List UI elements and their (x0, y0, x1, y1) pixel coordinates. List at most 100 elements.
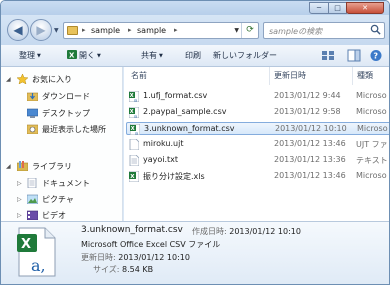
excel-file-icon: X (129, 171, 139, 182)
nav-downloads[interactable]: ダウンロード (27, 91, 90, 104)
new-folder-button[interactable]: 新しいフォルダー (213, 50, 277, 61)
column-header-date[interactable]: 更新日時 (269, 67, 306, 85)
title-bar: ─ □ ✕ (1, 1, 389, 15)
details-file-type: Microsoft Office Excel CSV ファイル (81, 240, 221, 249)
expand-icon[interactable]: ▷ (17, 212, 22, 219)
star-icon (17, 74, 28, 84)
expand-icon[interactable]: ▷ (17, 180, 22, 187)
preview-pane-icon[interactable] (347, 49, 361, 62)
nav-pictures[interactable]: ピクチャ (27, 194, 74, 207)
svg-text:X: X (69, 52, 75, 60)
chevron-down-icon: ▼ (37, 53, 41, 59)
column-header-type[interactable]: 種類 (352, 67, 373, 85)
breadcrumb-item[interactable]: sample (137, 26, 166, 35)
breadcrumb-separator[interactable]: ▸ (82, 26, 86, 34)
text-file-icon (129, 155, 139, 166)
details-size: サイズ: 8.54 KB (93, 264, 153, 275)
maximize-button[interactable]: □ (328, 2, 347, 14)
nav-videos[interactable]: ビデオ (27, 210, 66, 221)
breadcrumb-separator[interactable]: ▸ (128, 26, 132, 34)
file-type: Microso (356, 107, 387, 116)
created-value: 2013/01/12 10:10 (229, 227, 301, 236)
nav-label: ライブラリ (32, 162, 72, 171)
back-button[interactable]: ◀ (7, 19, 29, 41)
chevron-down-icon: ▼ (159, 53, 163, 59)
search-input[interactable]: sampleの検索 (263, 22, 385, 39)
explorer-window: ─ □ ✕ ◀ ▶ ▼ ▸ sample ▸ sample ▸ ▼ ⟳ samp… (0, 0, 390, 285)
file-type: Microso (356, 171, 387, 180)
file-name: 振り分け設定.xls (143, 172, 205, 181)
size-value: 8.54 KB (122, 265, 154, 274)
svg-text:X: X (21, 237, 31, 252)
file-name: yayoi.txt (143, 155, 179, 164)
download-folder-icon (27, 92, 38, 101)
open-label: 開く (79, 51, 95, 60)
nav-documents[interactable]: ドキュメント (27, 178, 90, 191)
breadcrumb-separator[interactable]: ▸ (174, 26, 178, 34)
file-list-pane: ˆ 名前 更新日時 種類 Xa 1.ufj_format.csv 2013/01/1… (124, 67, 389, 221)
chevron-down-icon: ▼ (97, 53, 101, 59)
created-label: 作成日時: (192, 227, 227, 236)
help-icon[interactable]: ? (369, 49, 383, 62)
file-date: 2013/01/12 13:46 (274, 171, 346, 180)
documents-icon (27, 178, 37, 188)
details-file-name: 3.unknown_format.csv (81, 225, 183, 235)
address-bar[interactable]: ▸ sample ▸ sample ▸ ▼ ⟳ (63, 22, 259, 39)
library-icon (17, 161, 28, 171)
file-row[interactable]: yayoi.txt 2013/01/12 13:36 テキスト (126, 154, 389, 167)
nav-label: 最近表示した場所 (42, 125, 106, 134)
modified-value: 2013/01/12 10:10 (118, 253, 190, 262)
address-dropdown-icon[interactable]: ▼ (234, 27, 239, 34)
print-button[interactable]: 印刷 (185, 50, 201, 61)
nav-favorites[interactable]: お気に入り (17, 74, 72, 87)
svg-text:X: X (130, 174, 135, 180)
details-modified: 更新日時: 2013/01/12 10:10 (81, 252, 190, 263)
nav-label: お気に入り (32, 75, 72, 84)
blank-file-icon (129, 139, 139, 150)
recent-pages-dropdown[interactable]: ▼ (54, 27, 59, 34)
file-date: 2013/01/12 13:46 (274, 139, 346, 148)
nav-desktop[interactable]: デスクトップ (27, 108, 90, 121)
nav-libraries[interactable]: ライブラリ (17, 161, 72, 174)
share-button[interactable]: 共有 ▼ (141, 50, 163, 61)
svg-text:?: ? (373, 52, 378, 61)
file-date: 2013/01/12 9:58 (274, 107, 341, 116)
file-date: 2013/01/12 10:10 (275, 124, 347, 133)
file-row[interactable]: miroku.ujt 2013/01/12 13:46 UJT ファ (126, 138, 389, 151)
svg-text:a: a (135, 131, 138, 136)
pictures-icon (27, 194, 38, 204)
details-pane: X a, 3.unknown_format.csv Microsoft Offi… (1, 221, 389, 284)
svg-text:a,: a, (31, 256, 46, 275)
forward-button[interactable]: ▶ (30, 19, 52, 41)
nav-label: ダウンロード (42, 92, 90, 101)
open-button[interactable]: X 開く ▼ (67, 50, 101, 61)
refresh-icon[interactable]: ⟳ (241, 23, 258, 38)
search-icon[interactable] (370, 24, 381, 35)
file-type: Microso (357, 124, 388, 133)
sort-caret-icon: ˆ (194, 67, 197, 72)
svg-text:a: a (134, 98, 137, 103)
file-date: 2013/01/12 9:44 (274, 91, 341, 100)
file-row[interactable]: X 振り分け設定.xls 2013/01/12 13:46 Microso (126, 170, 389, 183)
modified-label: 更新日時: (81, 253, 116, 262)
view-options-icon[interactable] (321, 49, 335, 62)
breadcrumb-item[interactable]: sample (91, 26, 120, 35)
close-button[interactable]: ✕ (346, 2, 384, 14)
collapse-icon[interactable]: ◢ (6, 76, 11, 83)
file-row[interactable]: Xa 3.unknown_format.csv 2013/01/12 10:10 Mi… (126, 122, 389, 136)
excel-csv-file-icon: X a, (17, 227, 56, 277)
file-name: 2.paypal_sample.csv (143, 107, 227, 116)
search-placeholder: sampleの検索 (269, 27, 323, 36)
size-label: サイズ: (93, 265, 120, 274)
minimize-button[interactable]: ─ (309, 2, 329, 14)
file-type: UJT ファ (356, 140, 388, 149)
column-header-name[interactable]: 名前 (131, 67, 147, 85)
nav-recent-places[interactable]: 最近表示した場所 (27, 124, 106, 137)
file-row[interactable]: Xa 2.paypal_sample.csv 2013/01/12 9:58 Micr… (126, 106, 389, 119)
organize-button[interactable]: 整理 ▼ (19, 50, 41, 61)
expand-icon[interactable]: ▷ (17, 196, 22, 203)
nav-label: ピクチャ (42, 195, 74, 204)
file-row[interactable]: Xa 1.ufj_format.csv 2013/01/12 9:44 Microso (126, 90, 389, 103)
collapse-icon[interactable]: ◢ (6, 163, 11, 170)
excel-icon: X (67, 50, 77, 59)
